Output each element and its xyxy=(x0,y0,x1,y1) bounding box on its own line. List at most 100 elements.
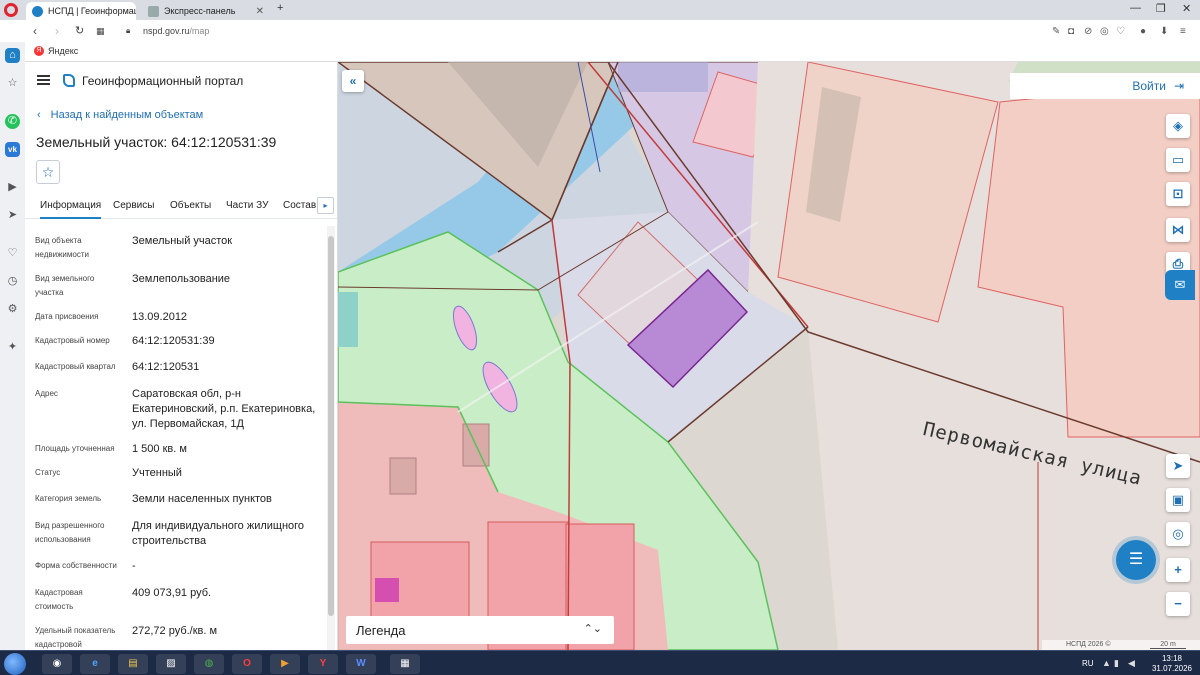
browser-tab-express-panel[interactable]: Экспресс-панель ✕ xyxy=(142,2,270,20)
close-tab-icon[interactable]: ✕ xyxy=(256,6,264,17)
word-icon[interactable]: W xyxy=(346,654,376,674)
minimap-button[interactable]: ▣ xyxy=(1166,488,1190,512)
panel-scrollbar[interactable] xyxy=(327,226,335,650)
minimize-window-icon[interactable]: — xyxy=(1130,2,1141,14)
bookmarks-star-icon[interactable]: ☆ xyxy=(5,76,20,91)
property-label: Вид объекта недвижимости xyxy=(35,236,89,259)
chrome-icon[interactable]: ◍ xyxy=(194,654,224,674)
share-button[interactable]: ⋈ xyxy=(1166,218,1190,242)
property-value: 64:12:120531:39 xyxy=(132,335,215,347)
property-label: Статус xyxy=(35,468,61,477)
tips-lightbulb-icon[interactable]: ✦ xyxy=(5,340,20,355)
taskbar-clock[interactable]: 13:18 31.07.2026 xyxy=(1148,654,1196,674)
portal-title: Геоинформационный портал xyxy=(82,74,244,88)
taskbar-app-1-icon[interactable]: ◉ xyxy=(42,654,72,674)
url-field[interactable]: nspd.gov.ru/map xyxy=(143,26,209,36)
scale-bar: 20 m xyxy=(1150,641,1186,649)
heart-icon[interactable]: ♡ xyxy=(1116,26,1125,37)
map-attribution: НСПД 2026 © 20 m xyxy=(1042,640,1200,650)
windows-taskbar: ◉ e ▤ ▨ ◍ O ▶ Y W ▦ RU ▲ ▮ ◀ 13:18 31.07… xyxy=(0,650,1200,675)
favorite-star-button[interactable]: ☆ xyxy=(36,160,60,184)
adblock-icon[interactable]: ⊘ xyxy=(1084,26,1092,37)
legend-label: Легенда xyxy=(356,623,406,638)
tab-information[interactable]: Информация xyxy=(40,200,102,219)
zoom-out-button[interactable]: − xyxy=(1166,592,1190,616)
history-icon[interactable]: ◷ xyxy=(5,274,20,289)
profile-icon[interactable]: ● xyxy=(1140,26,1146,37)
measure-ruler-button[interactable]: ▭ xyxy=(1166,148,1190,172)
maximize-window-icon[interactable]: ❐ xyxy=(1156,2,1166,15)
close-window-icon[interactable]: ✕ xyxy=(1182,2,1191,15)
send-icon[interactable]: ➤ xyxy=(5,208,20,223)
tab-objects[interactable]: Объекты xyxy=(170,200,211,211)
geolocation-button[interactable]: ➤ xyxy=(1166,454,1190,478)
taskbar-app-4-icon[interactable]: ▨ xyxy=(156,654,186,674)
yandex-browser-icon[interactable]: Y xyxy=(308,654,338,674)
browser-tab-title: Экспресс-панель xyxy=(164,6,236,16)
property-label: Площадь уточненная xyxy=(35,444,115,453)
login-box: Войти ⇥ xyxy=(1010,73,1200,99)
layers-button[interactable]: ◈ xyxy=(1166,114,1190,138)
yandex-icon: Я xyxy=(34,46,44,56)
tab-services[interactable]: Сервисы xyxy=(113,200,154,211)
property-value: Для индивидуального жилищного строительс… xyxy=(132,520,305,547)
tray-arrow-icon[interactable]: ▲ xyxy=(1102,658,1111,668)
vk-icon[interactable]: vk xyxy=(5,142,20,157)
forward-arrow-icon[interactable]: › xyxy=(55,24,59,38)
back-arrow-icon[interactable]: ‹ xyxy=(33,24,37,38)
opera-taskbar-icon[interactable]: O xyxy=(232,654,262,674)
property-value: Земельный участок xyxy=(132,235,233,247)
file-explorer-icon[interactable]: ▤ xyxy=(118,654,148,674)
taskbar-app-10-icon[interactable]: ▦ xyxy=(390,654,420,674)
reload-icon[interactable]: ↻ xyxy=(75,24,84,37)
tabs-scroll-right-icon[interactable]: ▸ xyxy=(317,197,334,214)
select-area-button[interactable]: ⊡ xyxy=(1166,182,1190,206)
cadastral-map[interactable]: Первомайская улица « Войти ⇥ ◈ ▭ ⊡ ⋈ ⎙ ✉… xyxy=(338,62,1200,650)
property-label: Форма собственности xyxy=(35,561,117,570)
scrollbar-thumb[interactable] xyxy=(328,236,334,616)
speed-dial-icon[interactable]: ⌂ xyxy=(5,48,20,63)
chat-floating-button[interactable]: ☰ xyxy=(1116,540,1156,580)
downloads-icon[interactable]: ⬇ xyxy=(1160,26,1168,37)
login-icon: ⇥ xyxy=(1173,79,1184,93)
menu-icon[interactable]: ≡ xyxy=(1180,26,1186,37)
player-icon[interactable]: ▶ xyxy=(5,180,20,195)
hamburger-menu-icon[interactable] xyxy=(37,75,50,85)
browser-tab-nspd[interactable]: НСПД | Геоинформационн xyxy=(26,2,136,20)
tabs-grid-icon[interactable]: ▦ xyxy=(96,26,105,37)
lock-icon: 🔒︎ xyxy=(126,26,131,35)
legend-dropdown[interactable]: Легенда ⌃⌄ xyxy=(346,616,614,644)
settings-gear-icon[interactable]: ⚙ xyxy=(5,302,20,317)
browser-address-bar: ‹ › ↻ ▦ 🔒︎ nspd.gov.ru/map ✎ ◘ ⊘ ◎ ♡ ● ⬇… xyxy=(0,20,1200,42)
whatsapp-icon[interactable]: ✆ xyxy=(5,114,20,129)
start-button[interactable] xyxy=(4,653,26,675)
map-canvas[interactable] xyxy=(338,62,1200,650)
edit-icon[interactable]: ✎ xyxy=(1052,26,1060,37)
opera-logo-icon[interactable] xyxy=(4,3,18,17)
property-label: Кадастровый квартал xyxy=(35,362,116,371)
login-button[interactable]: Войти ⇥ xyxy=(1132,79,1184,93)
property-label: Вид разрешенного использования xyxy=(35,521,105,544)
media-player-icon[interactable]: ▶ xyxy=(270,654,300,674)
tray-volume-icon[interactable]: ◀ xyxy=(1128,658,1135,669)
property-value: Земли населенных пунктов xyxy=(132,493,272,505)
camera-icon[interactable]: ◘ xyxy=(1068,26,1074,37)
chevron-up-down-icon: ⌃⌄ xyxy=(583,623,602,635)
tab-parcel-parts[interactable]: Части ЗУ xyxy=(226,200,268,211)
internet-explorer-icon[interactable]: e xyxy=(80,654,110,674)
property-value: Учтенный xyxy=(132,467,182,479)
property-value: Землепользование xyxy=(132,273,231,285)
chat-side-button[interactable]: ✉ xyxy=(1165,270,1195,300)
tab-composition[interactable]: Состав xyxy=(283,200,316,211)
vpn-icon[interactable]: ◎ xyxy=(1100,26,1109,37)
collapse-panel-button[interactable]: « xyxy=(342,70,364,92)
zoom-in-button[interactable]: + xyxy=(1166,558,1190,582)
tray-network-icon[interactable]: ▮ xyxy=(1114,658,1119,669)
nspd-favicon-icon xyxy=(32,6,43,17)
heart-sidebar-icon[interactable]: ♡ xyxy=(5,246,20,261)
new-tab-icon[interactable]: + xyxy=(277,2,283,14)
search-location-button[interactable]: ◎ xyxy=(1166,522,1190,546)
language-indicator[interactable]: RU xyxy=(1082,659,1094,668)
back-to-results-link[interactable]: ‹ Назад к найденным объектам xyxy=(37,109,203,121)
bookmark-yandex[interactable]: Я Яндекс xyxy=(34,46,78,56)
